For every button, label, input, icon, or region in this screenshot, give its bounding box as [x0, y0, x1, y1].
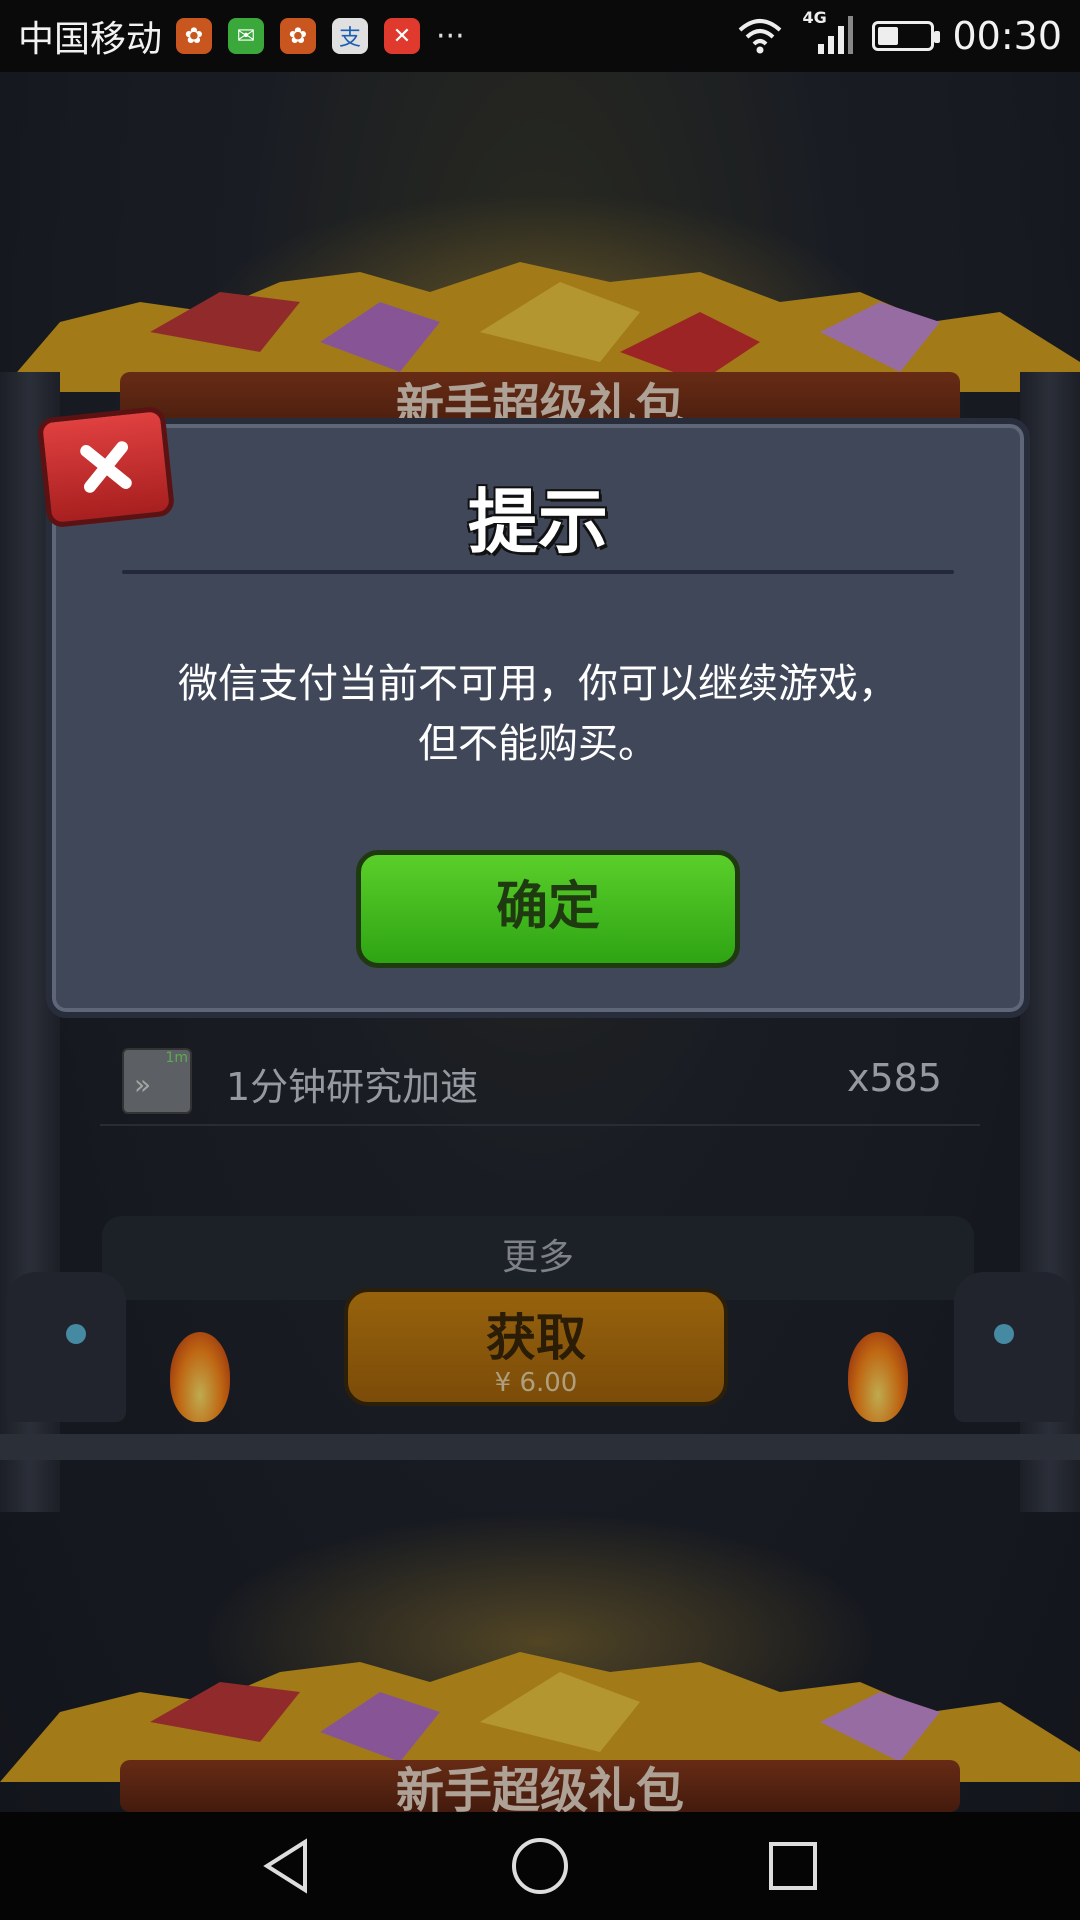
back-triangle-icon: [262, 1838, 307, 1894]
recents-button[interactable]: [753, 1826, 833, 1906]
battery-icon: [872, 21, 941, 51]
status-bar: 中国移动 ✿ ✉ ✿ 支 ✕ ··· 4G 00:30: [0, 0, 1080, 72]
home-button[interactable]: [500, 1826, 580, 1906]
clock: 00:30: [952, 14, 1062, 58]
cell-signal-icon: 4G: [802, 8, 854, 58]
message-icon: ✉: [228, 18, 265, 54]
tool-app-icon: ✕: [384, 18, 421, 54]
squirrel-app-icon-2: ✿: [280, 18, 317, 54]
notification-icons: ✿ ✉ ✿ 支 ✕ ···: [176, 18, 465, 54]
navigation-bar: [0, 1812, 1080, 1920]
dialog-message-line-2: 但不能购买。: [418, 721, 658, 767]
dialog-message-line-1: 微信支付当前不可用，你可以继续游戏，: [178, 661, 898, 707]
more-notifications-icon: ···: [436, 18, 465, 54]
dialog-title: 提示: [468, 481, 608, 563]
carrier-label: 中国移动: [18, 19, 163, 60]
dialog-divider: [122, 570, 954, 574]
dialog-message: 微信支付当前不可用，你可以继续游戏， 但不能购买。: [92, 654, 984, 774]
wifi-icon: [739, 19, 782, 54]
close-button[interactable]: [36, 405, 176, 529]
squirrel-app-icon: ✿: [176, 18, 213, 54]
home-circle-icon: [511, 1838, 568, 1894]
close-icon: [80, 441, 132, 493]
recents-square-icon: [769, 1842, 818, 1890]
alipay-icon: 支: [332, 18, 369, 54]
confirm-button[interactable]: 确定: [356, 850, 740, 968]
back-button[interactable]: [247, 1826, 327, 1906]
alert-dialog: 提示 微信支付当前不可用，你可以继续游戏， 但不能购买。 确定: [46, 418, 1030, 1018]
